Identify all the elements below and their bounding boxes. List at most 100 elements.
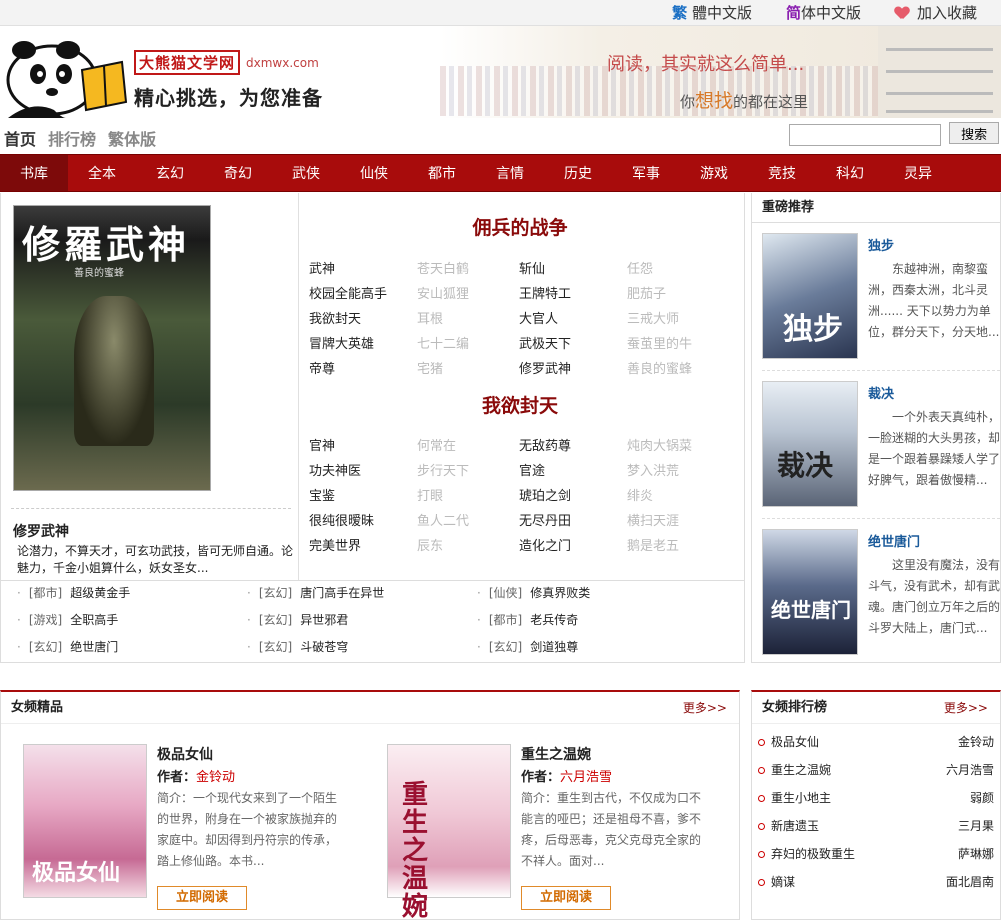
recommend-cover[interactable]: 绝世唐门 — [762, 529, 858, 655]
add-favorite-link[interactable]: 加入收藏 — [895, 2, 977, 23]
book-link[interactable]: 功夫神医 — [309, 459, 417, 484]
list-item[interactable]: [玄幻]剑道独尊 — [477, 635, 707, 662]
featured-book-cover[interactable]: 修羅武神 善良的蜜蜂 — [13, 205, 211, 491]
ranking-item[interactable]: 重生小地主 弱颜 — [758, 784, 996, 812]
nav-item-history[interactable]: 历史 — [544, 155, 612, 191]
simplified-chinese-link[interactable]: 简体中文版 — [786, 2, 861, 23]
book-link[interactable]: 王牌特工 — [519, 282, 627, 307]
book-cover[interactable]: 极品女仙 — [23, 744, 147, 898]
book-link[interactable]: 冒牌大英雄 — [309, 332, 417, 357]
recommend-name[interactable]: 绝世唐门 — [868, 531, 920, 550]
author-link[interactable]: 蚕茧里的牛 — [627, 332, 739, 357]
book-link[interactable]: 官途 — [519, 459, 627, 484]
author-link[interactable]: 炖肉大锅菜 — [627, 434, 739, 459]
book-link[interactable]: 很纯很暧昧 — [309, 509, 417, 534]
more-link[interactable]: 更多>> — [683, 692, 727, 724]
author-link[interactable]: 鱼人二代 — [417, 509, 519, 534]
list-item[interactable]: [玄幻]斗破苍穹 — [247, 635, 477, 662]
ranking-item[interactable]: 重生之温婉 六月浩雪 — [758, 756, 996, 784]
author-link[interactable]: 梦入洪荒 — [627, 459, 739, 484]
book-link[interactable]: 斩仙 — [519, 257, 627, 282]
recommend-cover[interactable]: 独步 — [762, 233, 858, 359]
book-link[interactable]: 大官人 — [519, 307, 627, 332]
group-title-2[interactable]: 我欲封天 — [301, 391, 739, 418]
list-item[interactable]: [玄幻]异世邪君 — [247, 608, 477, 635]
author-link[interactable]: 三戒大师 — [627, 307, 739, 332]
recommend-desc: 这里没有魔法，没有斗气，没有武术，却有武魂。唐门创立万年之后的斗罗大陆上，唐门式… — [868, 558, 1001, 635]
author-link[interactable]: 辰东 — [417, 534, 519, 559]
author-link[interactable]: 善良的蜜蜂 — [627, 357, 739, 382]
traditional-chinese-link[interactable]: 繁 體中文版 — [672, 2, 752, 23]
nav-item-sports[interactable]: 竞技 — [748, 155, 816, 191]
nav-item-game[interactable]: 游戏 — [680, 155, 748, 191]
list-item[interactable]: [游戏]全职高手 — [17, 608, 247, 635]
nav-item-wuxia[interactable]: 武侠 — [272, 155, 340, 191]
book-title[interactable]: 重生之温婉 — [521, 744, 591, 764]
list-item[interactable]: [都市]超级黄金手 — [17, 581, 247, 608]
recommend-cover[interactable]: 裁决 — [762, 381, 858, 507]
nav-item-romance[interactable]: 言情 — [476, 155, 544, 191]
book-link[interactable]: 造化之门 — [519, 534, 627, 559]
group-title-1[interactable]: 佣兵的战争 — [301, 213, 739, 240]
author-link[interactable]: 鹅是老五 — [627, 534, 739, 559]
nav-item-urban[interactable]: 都市 — [408, 155, 476, 191]
author-link[interactable]: 打眼 — [417, 484, 519, 509]
author-link[interactable]: 苍天白鹤 — [417, 257, 519, 282]
nav-item-library[interactable]: 书库 — [0, 155, 68, 191]
ranking-item[interactable]: 极品女仙 金铃动 — [758, 728, 996, 756]
author-link[interactable]: 宅猪 — [417, 357, 519, 382]
list-item[interactable]: [都市]老兵传奇 — [477, 608, 707, 635]
book-link[interactable]: 宝鉴 — [309, 484, 417, 509]
ranking-item[interactable]: 弃妇的极致重生 萨琳娜 — [758, 840, 996, 868]
recommend-name[interactable]: 独步 — [868, 235, 894, 254]
nav-item-supernatural[interactable]: 灵异 — [884, 155, 952, 191]
book-link[interactable]: 无尽丹田 — [519, 509, 627, 534]
book-link[interactable]: 帝尊 — [309, 357, 417, 382]
nav-ranking[interactable]: 排行榜 — [48, 126, 96, 150]
list-item[interactable]: [仙侠]修真界败类 — [477, 581, 707, 608]
category-nav: 书库 全本 玄幻 奇幻 武侠 仙侠 都市 言情 历史 军事 游戏 竞技 科幻 灵… — [0, 154, 1001, 192]
read-now-button[interactable]: 立即阅读 — [157, 886, 247, 910]
book-link[interactable]: 武极天下 — [519, 332, 627, 357]
list-item[interactable]: [玄幻]唐门高手在异世 — [247, 581, 477, 608]
search-input[interactable] — [789, 123, 941, 146]
book-link[interactable]: 琥珀之剑 — [519, 484, 627, 509]
book-link[interactable]: 武神 — [309, 257, 417, 282]
site-logo[interactable]: 大熊猫文学网 dxmwx.com — [134, 50, 319, 75]
book-link[interactable]: 我欲封天 — [309, 307, 417, 332]
search-button[interactable]: 搜索 — [949, 122, 1000, 144]
author-link[interactable]: 七十二编 — [417, 332, 519, 357]
more-link[interactable]: 更多>> — [944, 692, 988, 724]
author-link[interactable]: 任怨 — [627, 257, 739, 282]
recommend-name[interactable]: 裁决 — [868, 383, 894, 402]
nav-item-xuanhuan[interactable]: 玄幻 — [136, 155, 204, 191]
nav-home[interactable]: 首页 — [4, 126, 36, 150]
featured-book-title[interactable]: 修罗武神 — [13, 521, 69, 541]
author-link[interactable]: 步行天下 — [417, 459, 519, 484]
nav-item-qihuan[interactable]: 奇幻 — [204, 155, 272, 191]
read-now-button[interactable]: 立即阅读 — [521, 886, 611, 910]
author-link[interactable]: 何常在 — [417, 434, 519, 459]
nav-item-scifi[interactable]: 科幻 — [816, 155, 884, 191]
nav-item-xianxia[interactable]: 仙侠 — [340, 155, 408, 191]
book-link[interactable]: 校园全能高手 — [309, 282, 417, 307]
book-link[interactable]: 完美世界 — [309, 534, 417, 559]
book-link[interactable]: 修罗武神 — [519, 357, 627, 382]
ranking-item[interactable]: 新唐遗玉 三月果 — [758, 812, 996, 840]
ranking-item[interactable]: 嫡谋 面北眉南 — [758, 868, 996, 896]
author-link[interactable]: 绯炎 — [627, 484, 739, 509]
author-link[interactable]: 肥茄子 — [627, 282, 739, 307]
panda-mascot-icon[interactable] — [2, 40, 130, 118]
author-link[interactable]: 安山狐狸 — [417, 282, 519, 307]
book-link[interactable]: 无敌药尊 — [519, 434, 627, 459]
author-link[interactable]: 耳根 — [417, 307, 519, 332]
book-link[interactable]: 官神 — [309, 434, 417, 459]
book-cover[interactable]: 重生之温婉 — [387, 744, 511, 921]
author-link[interactable]: 横扫天涯 — [627, 509, 739, 534]
nav-item-complete[interactable]: 全本 — [68, 155, 136, 191]
nav-traditional[interactable]: 繁体版 — [108, 126, 156, 150]
list-item[interactable]: [玄幻]绝世唐门 — [17, 635, 247, 662]
divider — [11, 508, 291, 509]
nav-item-military[interactable]: 军事 — [612, 155, 680, 191]
book-title[interactable]: 极品女仙 — [157, 744, 213, 764]
